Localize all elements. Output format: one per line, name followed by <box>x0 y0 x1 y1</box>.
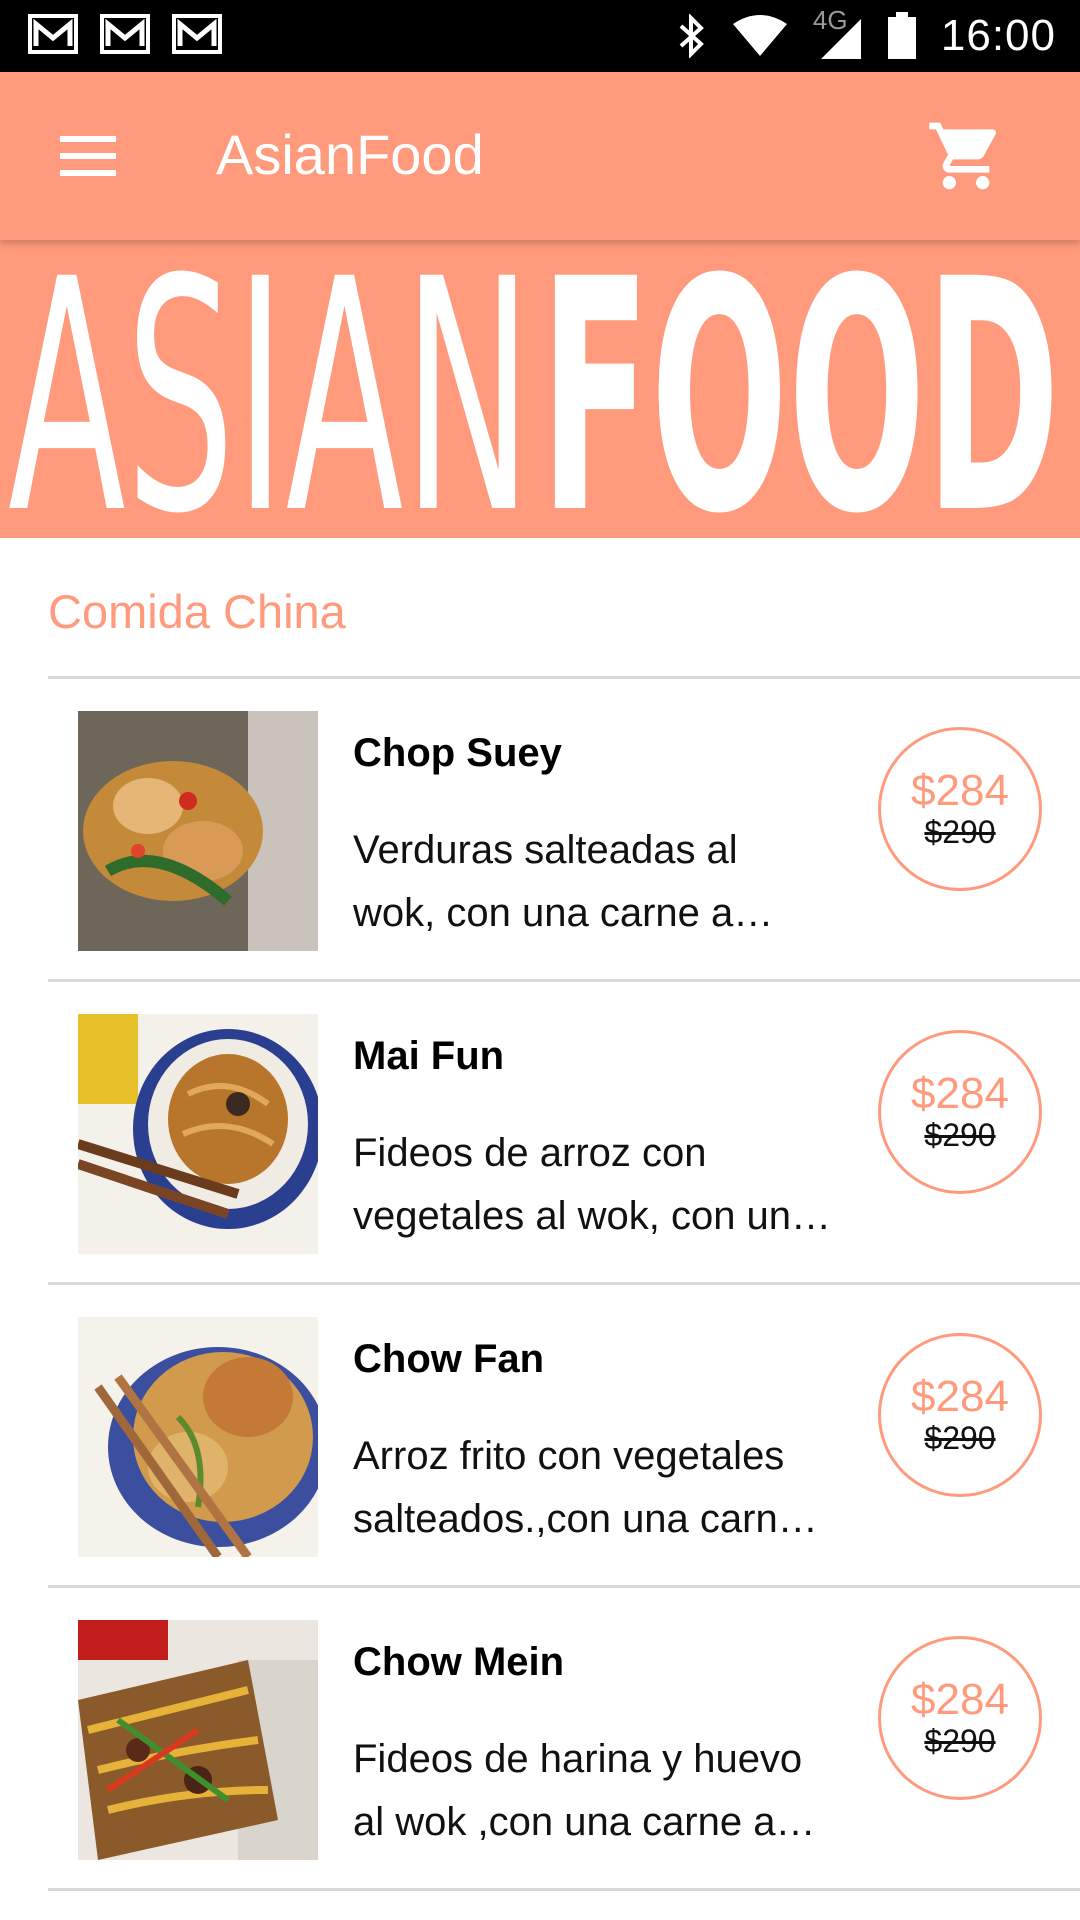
app-title: AsianFood <box>216 123 484 186</box>
price: $284 <box>911 1675 1009 1724</box>
price-badge: $284 $290 <box>878 1636 1042 1800</box>
banner-word-asian: ASIAN <box>8 240 532 538</box>
divider <box>48 1888 1080 1891</box>
food-photo <box>78 711 318 951</box>
shopping-cart-icon[interactable] <box>926 116 1006 196</box>
food-photo <box>78 1014 318 1254</box>
food-photo <box>78 1317 318 1557</box>
banner-word-food: FOOD <box>540 240 1060 538</box>
price: $284 <box>911 766 1009 815</box>
price-badge: $284 $290 <box>878 1333 1042 1497</box>
menu-item-chop-suey[interactable]: Chop Suey Verduras salteadas al wok, con… <box>48 679 1080 979</box>
status-bar: 4G 16:00 <box>0 0 1080 72</box>
battery-icon <box>887 12 917 60</box>
brand-banner: ASIAN FOOD <box>0 240 1080 538</box>
gmail-icon <box>172 12 222 56</box>
wifi-icon <box>731 14 789 58</box>
item-description: Verduras salteadas al wok, con una carne… <box>353 828 774 935</box>
bluetooth-icon <box>677 14 707 58</box>
signal-icon: 4G <box>813 5 863 61</box>
price: $284 <box>911 1069 1009 1118</box>
item-name: Chop Suey <box>353 731 562 775</box>
old-price: $290 <box>924 814 996 850</box>
notification-icons <box>28 12 222 56</box>
item-name: Mai Fun <box>353 1034 505 1078</box>
gmail-icon <box>100 12 150 56</box>
item-description: Fideos de arroz con vegetales al wok, co… <box>353 1131 832 1238</box>
old-price: $290 <box>924 1420 996 1456</box>
gmail-icon <box>28 12 78 56</box>
app-toolbar: AsianFood <box>0 72 1080 240</box>
old-price: $290 <box>924 1117 996 1153</box>
item-name: Chow Fan <box>353 1337 545 1381</box>
section-title: Comida China <box>48 585 346 638</box>
old-price: $290 <box>924 1723 996 1759</box>
price: $284 <box>911 1372 1009 1421</box>
network-type-label: 4G <box>812 5 848 35</box>
clock: 16:00 <box>940 11 1056 60</box>
system-status-icons: 4G 16:00 <box>677 0 1056 72</box>
item-description: Fideos de harina y huevo al wok ,con una… <box>353 1737 816 1844</box>
item-description: Arroz frito con vegetales salteados.,con… <box>353 1434 818 1541</box>
menu-icon[interactable] <box>60 126 132 186</box>
price-badge: $284 $290 <box>878 1030 1042 1194</box>
menu-item-chow-fan[interactable]: Chow Fan Arroz frito con vegetales salte… <box>48 1285 1080 1585</box>
menu-item-chow-mein[interactable]: Chow Mein Fideos de harina y huevo al wo… <box>48 1588 1080 1888</box>
menu-item-mai-fun[interactable]: Mai Fun Fideos de arroz con vegetales al… <box>48 982 1080 1282</box>
item-name: Chow Mein <box>353 1640 565 1684</box>
price-badge: $284 $290 <box>878 727 1042 891</box>
food-photo <box>78 1620 318 1860</box>
